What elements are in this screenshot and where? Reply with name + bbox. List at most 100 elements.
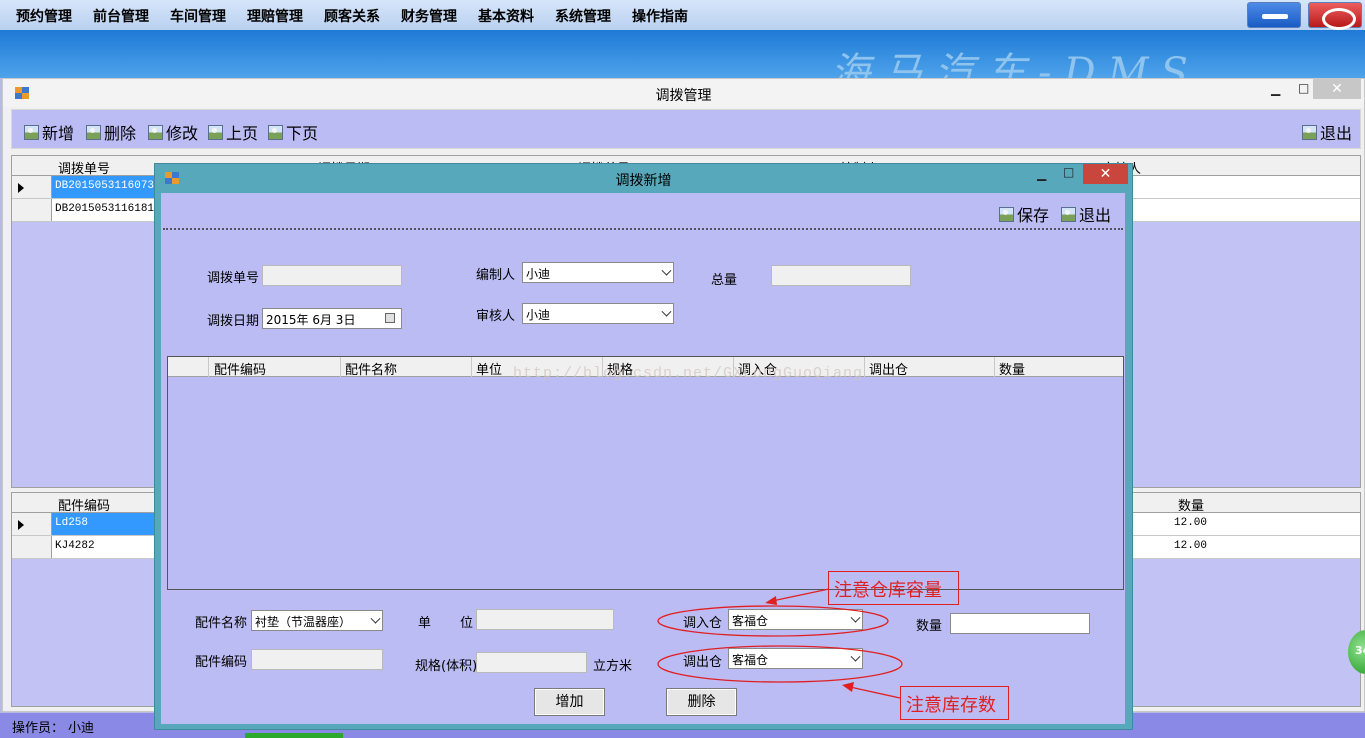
order-no-field[interactable] <box>262 265 402 286</box>
out-warehouse-label: 调出仓 <box>683 655 723 670</box>
column-divider <box>471 357 472 377</box>
operator-name: 小迪 <box>68 721 95 736</box>
image-icon <box>148 124 163 140</box>
auditor-select-value: 小迪 <box>526 308 551 322</box>
add-item-button[interactable]: 增加 <box>534 688 605 716</box>
part-code-cell: Ld258 <box>55 517 89 529</box>
total-field[interactable] <box>771 265 911 286</box>
column-divider <box>340 357 341 377</box>
col-out-warehouse[interactable]: 调出仓 <box>869 359 908 378</box>
part-name-label: 配件名称 <box>195 616 248 631</box>
banner-logo-text: 海马汽车-DMS <box>830 50 1200 78</box>
part-name-select[interactable]: 衬垫（节温器座） <box>251 610 383 631</box>
col-unit[interactable]: 单位 <box>476 359 502 378</box>
image-icon <box>1302 124 1317 140</box>
image-icon <box>999 206 1014 222</box>
maximize-icon[interactable]: □ <box>1063 165 1074 179</box>
part-code-field[interactable] <box>251 649 383 670</box>
order-no-cell: DB20150531161810 <box>55 203 161 215</box>
delete-button[interactable]: 删除 <box>86 120 136 144</box>
out-warehouse-select[interactable]: 客福仓 <box>728 648 863 669</box>
minimize-icon[interactable]: ▁ <box>1037 167 1046 181</box>
qty-cell: 12.00 <box>1174 540 1208 552</box>
column-divider <box>864 357 865 377</box>
chevron-down-icon <box>850 612 861 623</box>
in-warehouse-label: 调入仓 <box>683 616 723 631</box>
date-picker[interactable]: 2015年 6月 3日 <box>262 308 402 329</box>
edit-label: 修改 <box>166 124 199 143</box>
row-header <box>12 536 52 558</box>
col-quantity[interactable]: 数量 <box>999 359 1025 378</box>
maker-select-value: 小迪 <box>526 267 551 281</box>
image-icon <box>24 124 39 140</box>
chevron-down-icon <box>661 265 672 276</box>
auditor-label: 审核人 <box>476 309 516 324</box>
dialog-exit-button[interactable]: 退出 <box>1061 202 1111 226</box>
app-minimize-button[interactable] <box>1247 2 1301 28</box>
exit-button[interactable]: 退出 <box>1302 120 1352 144</box>
current-row-icon <box>18 520 24 530</box>
menu-claims[interactable]: 理赔管理 <box>247 6 303 26</box>
maximize-icon[interactable]: □ <box>1298 81 1309 95</box>
col-part-name[interactable]: 配件名称 <box>345 359 397 378</box>
menu-front-desk[interactable]: 前台管理 <box>93 6 149 26</box>
spec-field[interactable] <box>476 652 587 673</box>
menu-workshop[interactable]: 车间管理 <box>170 6 226 26</box>
row-header <box>12 199 52 221</box>
next-page-button[interactable]: 下页 <box>268 120 318 144</box>
app-exit-button[interactable] <box>1308 2 1362 30</box>
menu-reservation[interactable]: 预约管理 <box>16 6 72 26</box>
dialog-body: 保存 退出 调拨单号 编制人 小迪 总量 调拨日期 2015年 6月 3日 审核… <box>161 193 1125 724</box>
menu-basic-data[interactable]: 基本资料 <box>478 6 534 26</box>
col-qty[interactable]: 数量 <box>1178 495 1204 514</box>
operator-label: 操作员： <box>12 721 65 736</box>
close-icon[interactable]: ✕ <box>1313 79 1361 99</box>
save-button[interactable]: 保存 <box>999 202 1049 226</box>
current-row-icon <box>18 183 24 193</box>
col-part-code[interactable]: 配件编码 <box>214 359 266 378</box>
save-label: 保存 <box>1017 206 1050 225</box>
unit-label-char2: 位 <box>460 616 474 631</box>
quantity-label: 数量 <box>916 619 943 634</box>
menu-finance[interactable]: 财务管理 <box>401 6 457 26</box>
next-page-label: 下页 <box>286 124 319 143</box>
maker-select[interactable]: 小迪 <box>522 262 674 283</box>
part-code-cell: KJ4282 <box>55 540 95 552</box>
in-warehouse-select[interactable]: 客福仓 <box>728 609 863 630</box>
order-no-label: 调拨单号 <box>207 271 260 286</box>
out-warehouse-value: 客福仓 <box>732 653 769 667</box>
close-icon[interactable]: ✕ <box>1083 164 1128 184</box>
date-label: 调拨日期 <box>207 314 260 329</box>
delete-label: 删除 <box>104 124 137 143</box>
menu-system[interactable]: 系统管理 <box>555 6 611 26</box>
part-name-value: 衬垫（节温器座） <box>255 615 352 629</box>
order-no-cell: DB20150531160732 <box>55 180 161 192</box>
calendar-icon[interactable] <box>385 313 395 323</box>
edit-button[interactable]: 修改 <box>148 120 198 144</box>
maker-label: 编制人 <box>476 268 516 283</box>
column-divider <box>994 357 995 377</box>
delete-item-button[interactable]: 删除 <box>666 688 737 716</box>
dialog-title: 调拨新增 <box>615 173 672 189</box>
prev-page-label: 上页 <box>226 124 259 143</box>
total-label: 总量 <box>711 273 738 288</box>
menu-guide[interactable]: 操作指南 <box>632 6 688 26</box>
minimize-icon[interactable]: ▁ <box>1271 82 1280 96</box>
in-warehouse-value: 客福仓 <box>732 614 769 628</box>
new-label: 新增 <box>42 124 75 143</box>
chevron-down-icon <box>661 306 672 317</box>
prev-page-button[interactable]: 上页 <box>208 120 258 144</box>
unit-field[interactable] <box>476 609 614 630</box>
dialog-exit-label: 退出 <box>1079 206 1112 225</box>
new-button[interactable]: 新增 <box>24 120 74 144</box>
quantity-field[interactable] <box>950 613 1090 634</box>
main-menubar: 预约管理 前台管理 车间管理 理赔管理 顾客关系 财务管理 基本资料 系统管理 … <box>0 0 1365 30</box>
menu-customer-relations[interactable]: 顾客关系 <box>324 6 380 26</box>
row-header <box>12 513 52 535</box>
chevron-down-icon <box>370 613 381 624</box>
col-order-no[interactable]: 调拨单号 <box>58 158 110 177</box>
dialog-toolbar: 保存 退出 <box>163 193 1123 230</box>
exit-label: 退出 <box>1320 124 1353 143</box>
col-part-code[interactable]: 配件编码 <box>58 495 110 514</box>
auditor-select[interactable]: 小迪 <box>522 303 674 324</box>
